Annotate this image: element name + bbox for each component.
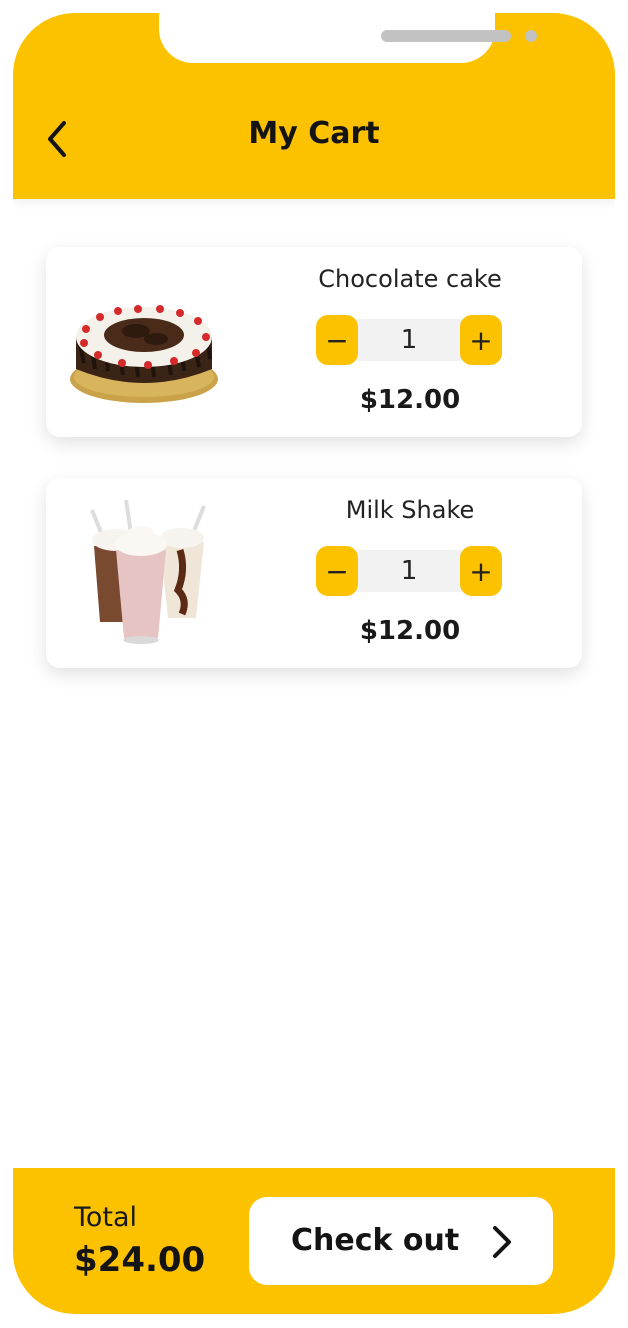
chevron-right-icon xyxy=(493,1226,511,1258)
header-bar: My Cart xyxy=(13,13,615,199)
phone-screen: My Cart Chocolate cake − 1 + $12.00 Milk… xyxy=(13,13,615,1314)
total-label: Total xyxy=(74,1202,138,1233)
page-title: My Cart xyxy=(248,116,380,151)
decrement-button[interactable]: − xyxy=(316,546,358,596)
quantity-stepper: − 1 + xyxy=(316,546,502,596)
cart-item-card: Chocolate cake − 1 + $12.00 xyxy=(46,247,582,437)
increment-button[interactable]: + xyxy=(460,315,502,365)
item-price: $12.00 xyxy=(359,616,461,646)
camera-dot xyxy=(525,30,537,42)
item-price: $12.00 xyxy=(359,385,461,415)
device-notch xyxy=(159,13,537,63)
checkout-label: Check out xyxy=(291,1223,460,1258)
chocolate-cake-image xyxy=(64,269,224,419)
quantity-stepper: − 1 + xyxy=(316,315,502,365)
quantity-value: 1 xyxy=(400,325,418,355)
total-value: $24.00 xyxy=(74,1240,206,1280)
quantity-value: 1 xyxy=(400,556,418,586)
increment-button[interactable]: + xyxy=(460,546,502,596)
cart-item-card: Milk Shake − 1 + $12.00 xyxy=(46,478,582,668)
milk-shake-image xyxy=(64,499,224,650)
decrement-button[interactable]: − xyxy=(316,315,358,365)
item-name: Chocolate cake xyxy=(318,265,502,293)
item-name: Milk Shake xyxy=(345,496,475,524)
checkout-bar: Total $24.00 Check out xyxy=(13,1168,615,1314)
checkout-button[interactable]: Check out xyxy=(249,1197,553,1285)
speaker-grille xyxy=(381,30,511,42)
